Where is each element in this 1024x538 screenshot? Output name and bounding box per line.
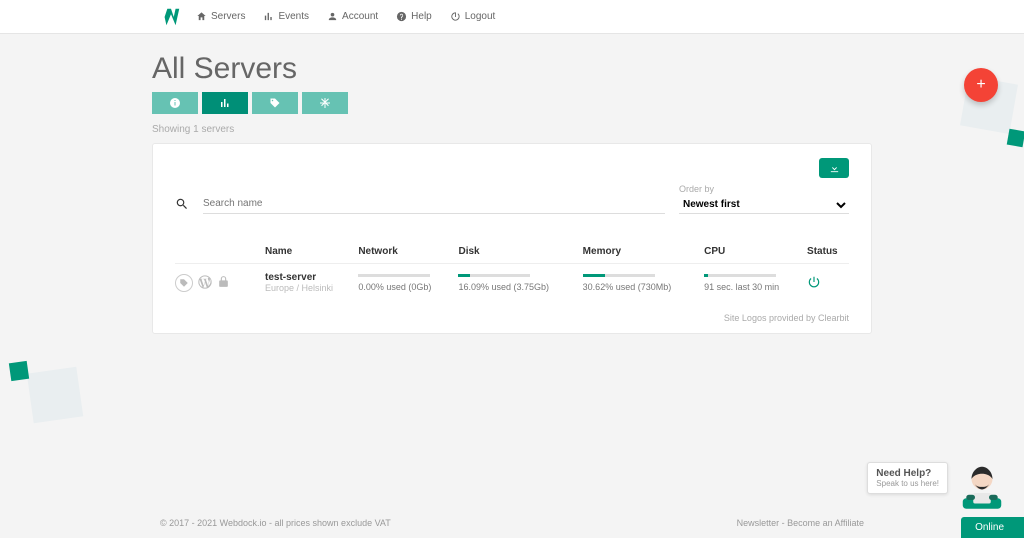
nav-servers[interactable]: Servers [196, 11, 245, 22]
col-network: Network [358, 240, 458, 264]
tag-badge-icon [175, 274, 193, 292]
order-label: Order by [679, 184, 849, 194]
nav-logout[interactable]: Logout [450, 11, 496, 22]
info-icon [169, 97, 181, 109]
nav-label: Help [411, 11, 432, 22]
search-icon [175, 197, 189, 214]
top-navbar: Servers Events Account Help Logout [0, 0, 1024, 34]
footer-right[interactable]: Newsletter - Become an Affiliate [737, 518, 864, 528]
tab-info[interactable] [152, 92, 198, 114]
status-power-icon[interactable] [807, 281, 821, 291]
tab-tags[interactable] [252, 92, 298, 114]
brand-logo[interactable] [160, 6, 182, 28]
col-disk: Disk [458, 240, 582, 264]
col-status: Status [807, 240, 849, 264]
result-count: Showing 1 servers [152, 124, 872, 135]
help-sub: Speak to us here! [876, 479, 939, 488]
user-icon [327, 11, 338, 22]
view-tabs [152, 92, 872, 114]
network-value: 0.00% used (0Gb) [358, 282, 431, 292]
cpu-bar [704, 274, 776, 277]
servers-panel: Order by Newest first Name Network Disk … [152, 143, 872, 334]
clearbit-note: Site Logos provided by Clearbit [175, 313, 849, 323]
memory-bar [583, 274, 655, 277]
decoration [9, 361, 29, 381]
decoration [1007, 129, 1024, 148]
order-select[interactable]: Newest first [679, 196, 849, 214]
server-location: Europe / Helsinki [265, 283, 333, 293]
footer-left: © 2017 - 2021 Webdock.io - all prices sh… [160, 518, 391, 528]
snowflake-icon [319, 97, 331, 109]
help-icon [396, 11, 407, 22]
nav-label: Account [342, 11, 378, 22]
add-button[interactable]: + [964, 68, 998, 102]
chart-icon [263, 11, 274, 22]
col-name: Name [265, 240, 358, 264]
col-cpu: CPU [704, 240, 807, 264]
network-bar [358, 274, 430, 277]
cpu-value: 91 sec. last 30 min [704, 282, 779, 292]
download-button[interactable] [819, 158, 849, 178]
nav-label: Servers [211, 11, 245, 22]
nav-events[interactable]: Events [263, 11, 309, 22]
search-input[interactable] [203, 194, 665, 214]
nav-account[interactable]: Account [327, 11, 378, 22]
memory-value: 30.62% used (730Mb) [583, 282, 672, 292]
servers-table: Name Network Disk Memory CPU Status [175, 240, 849, 301]
stats-icon [219, 97, 231, 109]
nav-label: Logout [465, 11, 496, 22]
support-status[interactable]: Online [961, 517, 1024, 538]
lock-icon [217, 275, 230, 290]
decoration [27, 367, 83, 423]
home-icon [196, 11, 207, 22]
tab-snapshot[interactable] [302, 92, 348, 114]
help-bubble[interactable]: Need Help? Speak to us here! [867, 462, 948, 494]
server-name: test-server [265, 272, 358, 283]
table-row[interactable]: test-server Europe / Helsinki 0.00% used… [175, 264, 849, 302]
footer: © 2017 - 2021 Webdock.io - all prices sh… [160, 518, 864, 528]
page-title: All Servers [152, 52, 872, 86]
help-title: Need Help? [876, 468, 939, 479]
disk-bar [458, 274, 530, 277]
tab-stats[interactable] [202, 92, 248, 114]
tag-icon [269, 97, 281, 109]
download-icon [829, 163, 840, 174]
nav-help[interactable]: Help [396, 11, 432, 22]
support-avatar[interactable] [954, 458, 1010, 514]
disk-value: 16.09% used (3.75Gb) [458, 282, 549, 292]
nav-label: Events [278, 11, 309, 22]
power-icon [450, 11, 461, 22]
col-memory: Memory [583, 240, 704, 264]
wordpress-icon [197, 274, 213, 292]
